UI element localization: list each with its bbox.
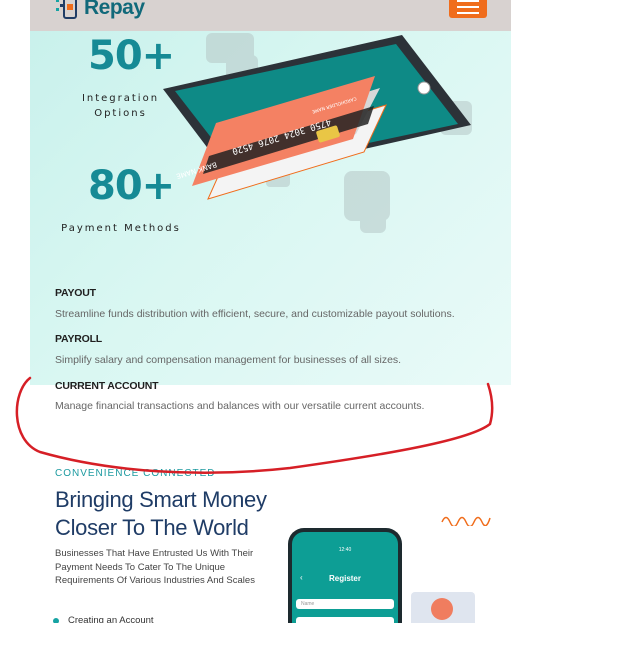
stat-label-line: Options [94, 108, 147, 119]
service-desc-current-account: Manage financial transactions and balanc… [55, 400, 425, 412]
menu-line [457, 12, 479, 14]
menu-line [457, 6, 479, 8]
bullet-dot-icon [53, 617, 59, 623]
user-avatar-icon [431, 598, 453, 620]
stat-integrations-value: 50+ [88, 33, 175, 79]
phone-field [296, 617, 394, 623]
headline-line: Bringing Smart Money [55, 487, 267, 512]
squiggle-decoration [441, 516, 491, 526]
logo-mark-icon [56, 0, 77, 19]
stat-label-line: Integration [81, 93, 160, 104]
section-tag: CONVENIENCE CONNECTED [55, 468, 216, 479]
stat-payment-methods-value: 80+ [88, 163, 175, 209]
phone-time: 12:40 [338, 547, 352, 553]
navbar: Repay [30, 0, 511, 31]
service-desc-payroll: Simplify salary and compensation managem… [55, 354, 402, 366]
stat-payment-methods-label: Payment Methods [61, 223, 181, 234]
service-title-payout: PAYOUT [55, 287, 96, 299]
menu-line [457, 0, 479, 2]
page-frame: Repay BANK NAME 4750 3024 2076 4520 CARD… [30, 0, 511, 623]
phone-mockup: 12:40 ‹ Register Name [288, 528, 402, 623]
section-headline: Bringing Smart Money Closer To The World [55, 486, 285, 542]
phone-title: Register [328, 574, 361, 583]
logo-text: Repay [84, 0, 145, 19]
hamburger-menu-button[interactable] [449, 0, 487, 18]
phone-name-field: Name [296, 599, 394, 609]
stat-integrations-label: Integration Options [68, 91, 173, 121]
service-title-payroll: PAYROLL [55, 333, 103, 345]
service-title-current-account: CURRENT ACCOUNT [55, 380, 159, 392]
phone-screen: 12:40 ‹ Register Name [292, 532, 398, 623]
list-item-create-account[interactable]: Creating an Account [53, 615, 154, 623]
service-desc-payout: Streamline funds distribution with effic… [55, 308, 455, 320]
section-paragraph: Businesses That Have Entrusted Us With T… [55, 548, 255, 586]
headline-line: Closer To The World [55, 515, 249, 540]
list-item-label: Creating an Account [68, 615, 154, 623]
services-list: PAYOUT Streamline funds distribution wit… [55, 284, 495, 424]
logo[interactable]: Repay [54, 0, 145, 22]
profile-card [411, 592, 475, 623]
